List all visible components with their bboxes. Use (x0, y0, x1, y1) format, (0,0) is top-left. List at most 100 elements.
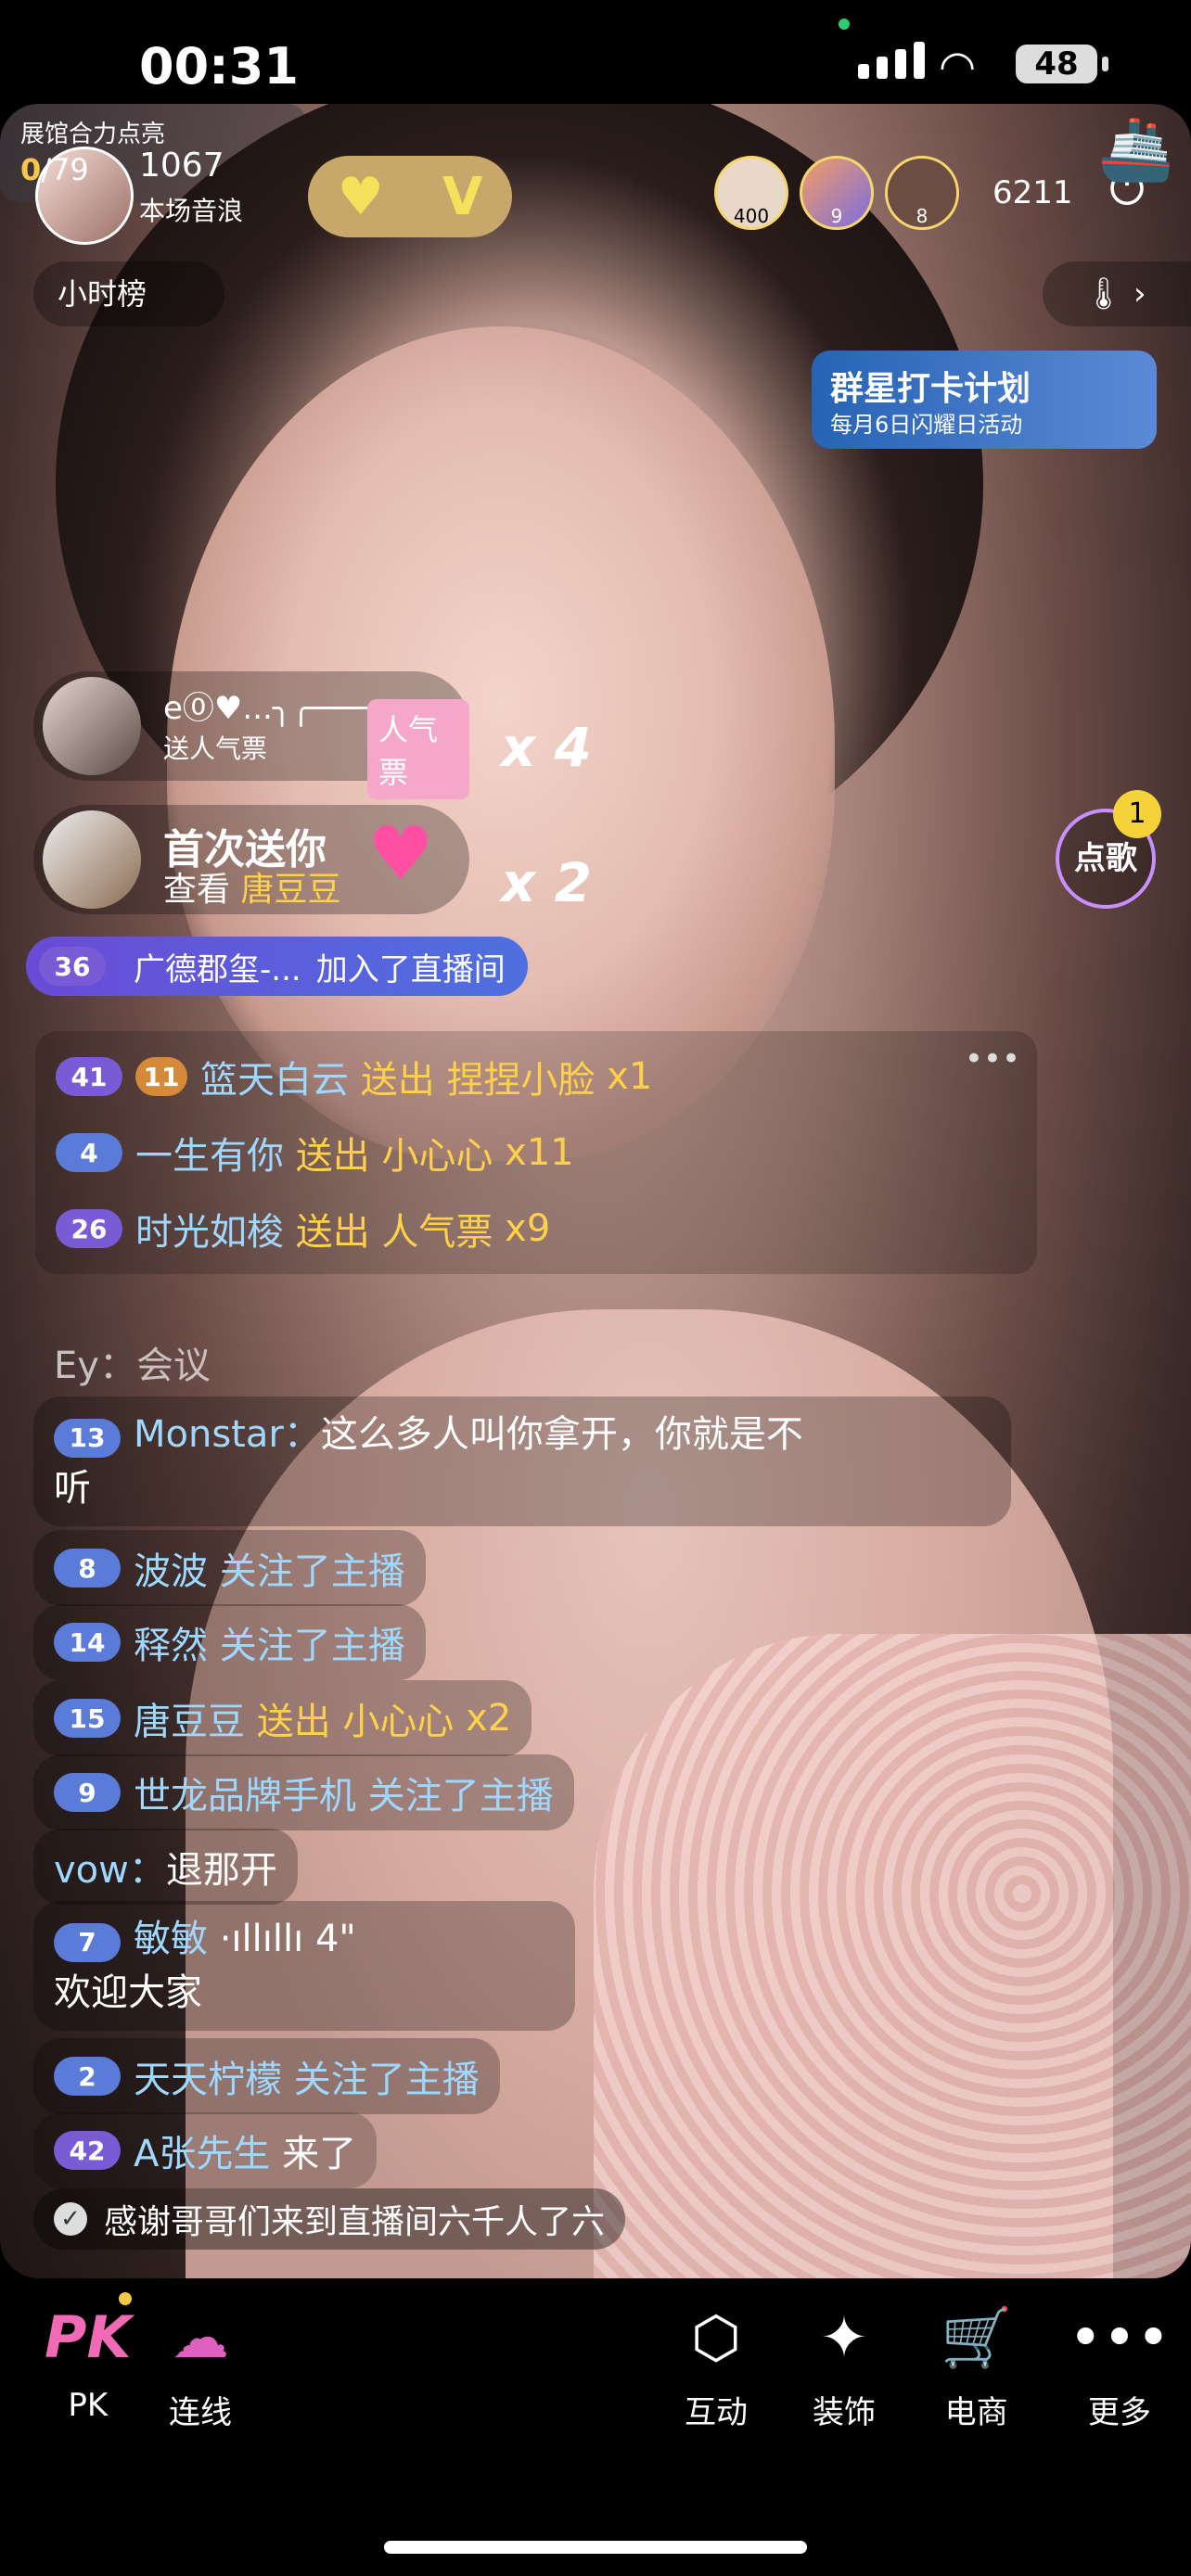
tab-decorate[interactable]: ✦ 装饰 (813, 2300, 876, 2432)
level-badge: 4 (56, 1133, 122, 1172)
more-dots-icon: ••• (1069, 2303, 1171, 2371)
chat-user[interactable]: Ey： (54, 1335, 136, 1389)
chat-user[interactable]: 释然 (134, 1615, 208, 1669)
privacy-indicator (839, 19, 850, 30)
gift-log-row: 41 11 篮天白云 送出 捏捏小脸 x1 (56, 1050, 652, 1103)
gift-sender-avatar (43, 677, 141, 775)
wifi-icon: ◠ (939, 41, 977, 91)
gift-log-user[interactable]: 时光如梭 (135, 1202, 284, 1256)
connect-icon: ☁ (172, 2303, 229, 2371)
level-badge: 13 (54, 1419, 121, 1458)
chat-text: 关注了主播 (219, 1625, 405, 1667)
chat-user[interactable]: 唐豆豆 (134, 1691, 245, 1745)
tab-more[interactable]: ••• 更多 (1069, 2300, 1171, 2432)
tab-interact[interactable]: ⬡ 互动 (685, 2300, 748, 2432)
chat-text: 听 (54, 1467, 91, 1510)
gift-description: 送人气票 (163, 733, 268, 764)
gift-description: 查看 唐豆豆 (163, 871, 341, 909)
live-stream-view[interactable]: 1067 本场音浪 ♥ V 400 9 8 6211 ⏻ 小时榜 🌡 › 展馆合… (0, 104, 1191, 2278)
level-badge: 9 (54, 1773, 121, 1812)
chat-message: 42 A张先生 来了 (33, 2112, 378, 2188)
viewer-list[interactable]: 400 9 8 6211 (714, 156, 1073, 230)
host-count: 1067 (139, 147, 224, 185)
gift-log: ••• 41 11 篮天白云 送出 捏捏小脸 x1 4 一生有你 送出 小心心 … (35, 1031, 1037, 1274)
wand-icon: ✦ (820, 2303, 868, 2371)
gift-multiplier: x 2 (501, 851, 592, 914)
fan-badge: 11 (135, 1057, 187, 1096)
chat-user[interactable]: Monstar： (134, 1413, 321, 1456)
chevron-right-icon: › (1133, 275, 1146, 312)
gift-popup[interactable]: e⓪♥...╮╭─── 送人气票 人气票 (33, 671, 469, 799)
viewer-avatar[interactable]: 9 (800, 156, 874, 230)
viewer-avatar[interactable]: 400 (714, 156, 788, 230)
gift-sender-name: e⓪♥...╮╭─── (163, 690, 368, 727)
star-event-subtitle: 每月6日闪耀日活动 (830, 412, 1023, 438)
pinned-message[interactable]: ✓ 感谢哥哥们来到直播间六千人了六 (33, 2188, 626, 2250)
chat-message: Ey： 会议 (33, 1324, 231, 1400)
gift-log-row: 4 一生有你 送出 小心心 x11 (56, 1126, 574, 1180)
gift-popup[interactable]: 首次送你 查看 唐豆豆 ♥ (33, 805, 469, 914)
status-time: 00:31 (139, 37, 299, 96)
chat-message: 8 波波 关注了主播 (33, 1530, 426, 1606)
gift-log-user[interactable]: 一生有你 (135, 1126, 284, 1180)
chat-message: 15 唐豆豆 送出 小心心 x2 (33, 1680, 532, 1756)
join-action: 加入了直播间 (315, 950, 506, 988)
interact-icon: ⬡ (690, 2303, 742, 2371)
chat-user[interactable]: 波波 (134, 1541, 208, 1595)
chat-text: 欢迎大家 (54, 1971, 202, 2014)
pk-icon: PK (45, 2303, 132, 2371)
check-icon: ✓ (54, 2202, 87, 2236)
thermometer-icon: 🌡 (1083, 275, 1124, 312)
chat-user[interactable]: 天天柠檬 (134, 2049, 282, 2103)
chat-text: 退那开 (165, 1849, 277, 1892)
host-badges[interactable]: ♥ V (308, 156, 512, 237)
cart-icon: 🛒 (941, 2303, 1013, 2371)
chat-user[interactable]: 世龙品牌手机 (134, 1766, 356, 1819)
level-badge: 36 (39, 947, 106, 986)
voice-message[interactable]: ·ıllıllı 4" (220, 1918, 356, 1960)
chat-message: 14 释然 关注了主播 (33, 1604, 426, 1680)
pinned-message-text: 感谢哥哥们来到直播间六千人了六 (104, 2203, 606, 2241)
signal-icon (858, 42, 925, 79)
chat-text: 关注了主播 (293, 2059, 480, 2101)
gift-log-row: 26 时光如梭 送出 人气票 x9 (56, 1202, 550, 1256)
level-badge: 8 (54, 1549, 121, 1588)
chat-message: 7 敏敏 ·ıllıllı 4" 欢迎大家 (33, 1901, 575, 2031)
hourly-rank-button[interactable]: 小时榜 (33, 261, 224, 326)
tab-ecommerce[interactable]: 🛒 电商 (941, 2300, 1012, 2432)
chat-text: 这么多人叫你拿开，你就是不 (320, 1413, 803, 1456)
bottom-toolbar: PK PK ☁ 连线 ⬡ 互动 ✦ 装饰 🛒 电商 ••• 更多 (0, 2281, 1191, 2576)
viewer-avatar[interactable]: 8 (885, 156, 959, 230)
join-notice: 36 广德郡玺-... 加入了直播间 (26, 937, 528, 996)
notification-dot (119, 2292, 132, 2305)
star-event-title: 群星打卡计划 (830, 370, 1031, 408)
chat-text: 关注了主播 (219, 1550, 405, 1593)
join-user[interactable]: 广德郡玺-... (134, 944, 301, 989)
chat-user[interactable]: vow： (54, 1840, 166, 1894)
tab-connect[interactable]: ☁ 连线 (169, 2300, 232, 2432)
level-badge: 2 (54, 2057, 121, 2096)
gift-log-user[interactable]: 篮天白云 (200, 1050, 349, 1103)
chat-user[interactable]: A张先生 (134, 2123, 270, 2177)
heart-gift-icon: ♥ (367, 810, 434, 897)
exhibit-progress: 0/79 (20, 152, 89, 187)
tab-pk[interactable]: PK PK (45, 2300, 131, 2424)
level-badge: 41 (56, 1057, 122, 1096)
chat-text: 来了 (282, 2133, 357, 2175)
level-badge: 26 (56, 1209, 122, 1248)
star-event-banner[interactable]: 群星打卡计划 每月6日闪耀日活动 (812, 351, 1157, 449)
battery-icon: 48 (1016, 45, 1108, 83)
more-icon[interactable]: ••• (965, 1040, 1020, 1078)
gift-multiplier: x 4 (501, 716, 592, 779)
chat-text: 会议 (135, 1345, 211, 1387)
ticket-icon: 人气票 (367, 699, 469, 799)
chat-message: 9 世龙品牌手机 关注了主播 (33, 1754, 574, 1830)
chat-user[interactable]: 敏敏 (134, 1918, 208, 1960)
host-subtitle: 本场音浪 (139, 196, 244, 226)
stream-figure-lace (594, 1634, 1191, 2278)
status-bar: 00:31 ◠ 48 (0, 0, 1191, 102)
home-indicator[interactable] (384, 2541, 807, 2554)
exhibit-title: 展馆合力点亮 (20, 121, 166, 148)
thermometer-button[interactable]: 🌡 › (1043, 261, 1191, 326)
chat-text: 关注了主播 (367, 1775, 554, 1817)
